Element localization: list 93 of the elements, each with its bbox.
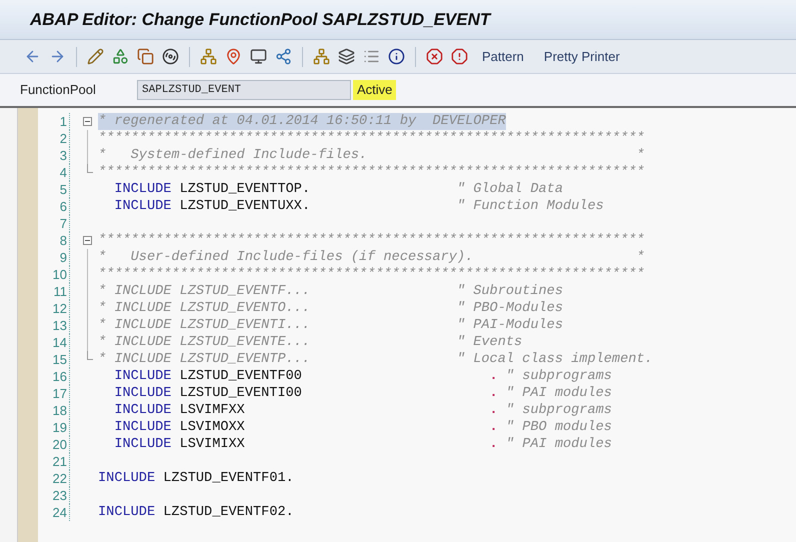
line-number: 13 (38, 317, 70, 334)
code-comment: " PAI modules (506, 436, 612, 453)
code-comment: * INCLUDE LZSTUD_EVENTO... (98, 300, 310, 317)
line-number: 8 (38, 232, 70, 249)
program-name-field[interactable]: SAPLZSTUD_EVENT (137, 80, 351, 100)
code-comment: " PAI modules (506, 385, 612, 402)
window-title: ABAP Editor: Change FunctionPool SAPLZSTUD_EVENT (30, 8, 490, 31)
code-period: . (490, 368, 498, 385)
code-comment: * User-defined Include-files (if necessary). * (98, 249, 645, 266)
line-number: 9 (38, 249, 70, 266)
code-keyword: INCLUDE (114, 402, 172, 419)
info-icon[interactable] (388, 48, 405, 65)
line-number: 6 (38, 198, 70, 215)
line-number: 4 (38, 164, 70, 181)
code-comment: ******************************************************************* (98, 266, 645, 283)
toolbar-text-button[interactable]: Pretty Printer (538, 46, 626, 66)
code-keyword: INCLUDE (114, 368, 172, 385)
code-period: . (490, 385, 498, 402)
code-keyword: INCLUDE (114, 181, 172, 198)
code-period: . (490, 419, 498, 436)
code-text: LZSTUD_EVENTTOP. (180, 181, 310, 198)
code-text: LSVIMFXX (180, 402, 245, 419)
monitor-icon[interactable] (250, 48, 267, 65)
fold-end-line (87, 164, 93, 173)
code-comment: ******************************************************************* (98, 164, 645, 181)
code-comment: " PAI-Modules (456, 317, 563, 334)
code-comment: * INCLUDE LZSTUD_EVENTE... (98, 334, 310, 351)
collapse-toggle[interactable] (83, 236, 92, 245)
code-text: LSVIMOXX (180, 419, 245, 436)
line-number: 18 (38, 402, 70, 419)
code-comment: ******************************************************************* (98, 232, 645, 249)
code-comment: * System-defined Include-files. * (98, 147, 645, 164)
line-number: 10 (38, 266, 70, 283)
shapes-icon[interactable] (112, 48, 129, 65)
copy-icon[interactable] (137, 48, 154, 65)
code-period: . (490, 436, 498, 453)
code-keyword: INCLUDE (114, 198, 172, 215)
code-comment: * INCLUDE LZSTUD_EVENTP... (98, 351, 310, 368)
pencil-icon[interactable] (87, 48, 104, 65)
code-comment: " subprograms (506, 368, 612, 385)
stack-icon[interactable] (338, 48, 355, 65)
line-number: 21 (38, 453, 70, 470)
code-comment: * regenerated at 04.01.2014 16:50:11 by DEVELOPER (98, 113, 506, 130)
code-comment: " Subroutines (456, 283, 563, 300)
code-text: LZSTUD_EVENTF01. (163, 470, 294, 487)
code-comment: " Function Modules (456, 198, 604, 215)
fold-end-line (87, 351, 93, 360)
line-number: 12 (38, 300, 70, 317)
code-comment: " subprograms (506, 402, 612, 419)
line-number: 1 (38, 113, 70, 130)
collapse-toggle[interactable] (83, 117, 92, 126)
tree-icon[interactable] (313, 48, 330, 65)
code-comment: " Global Data (456, 181, 563, 198)
list-icon[interactable] (363, 48, 380, 65)
field-label: FunctionPool (20, 81, 97, 100)
code-comment: " Events (456, 334, 522, 351)
code-period: . (490, 402, 498, 419)
status-text: Active (353, 80, 396, 100)
line-number: 5 (38, 181, 70, 198)
code-text: LSVIMIXX (180, 436, 245, 453)
code-keyword: INCLUDE (98, 470, 156, 487)
code-comment: * INCLUDE LZSTUD_EVENTF... (98, 283, 310, 300)
code-text: LZSTUD_EVENTI00 (180, 385, 302, 402)
line-number: 17 (38, 385, 70, 402)
stop-sign-icon[interactable] (426, 48, 443, 65)
forward-arrow-icon[interactable] (49, 48, 66, 65)
pin-icon[interactable] (225, 48, 242, 65)
line-number: 3 (38, 147, 70, 164)
line-number: 15 (38, 351, 70, 368)
line-number: 19 (38, 419, 70, 436)
code-comment: ******************************************************************* (98, 130, 645, 147)
code-text: LZSTUD_EVENTUXX. (180, 198, 310, 215)
line-number: 20 (38, 436, 70, 453)
code-text: LZSTUD_EVENTF00 (180, 368, 302, 385)
hierarchy-icon[interactable] (200, 48, 217, 65)
code-keyword: INCLUDE (98, 504, 156, 521)
code-comment: " PBO modules (506, 419, 612, 436)
code-comment: " Local class implement. (456, 351, 653, 368)
line-number: 7 (38, 215, 70, 232)
line-number: 2 (38, 130, 70, 147)
code-comment: * INCLUDE LZSTUD_EVENTI... (98, 317, 310, 334)
line-number: 22 (38, 470, 70, 487)
line-number: 23 (38, 487, 70, 504)
code-keyword: INCLUDE (114, 436, 172, 453)
line-number: 11 (38, 283, 70, 300)
code-comment: " PBO-Modules (456, 300, 563, 317)
code-keyword: INCLUDE (114, 419, 172, 436)
line-number: 16 (38, 368, 70, 385)
code-text: LZSTUD_EVENTF02. (163, 504, 294, 521)
code-keyword: INCLUDE (114, 385, 172, 402)
toolbar-text-button[interactable]: Pattern (476, 46, 530, 66)
line-number: 14 (38, 334, 70, 351)
line-number: 24 (38, 504, 70, 521)
